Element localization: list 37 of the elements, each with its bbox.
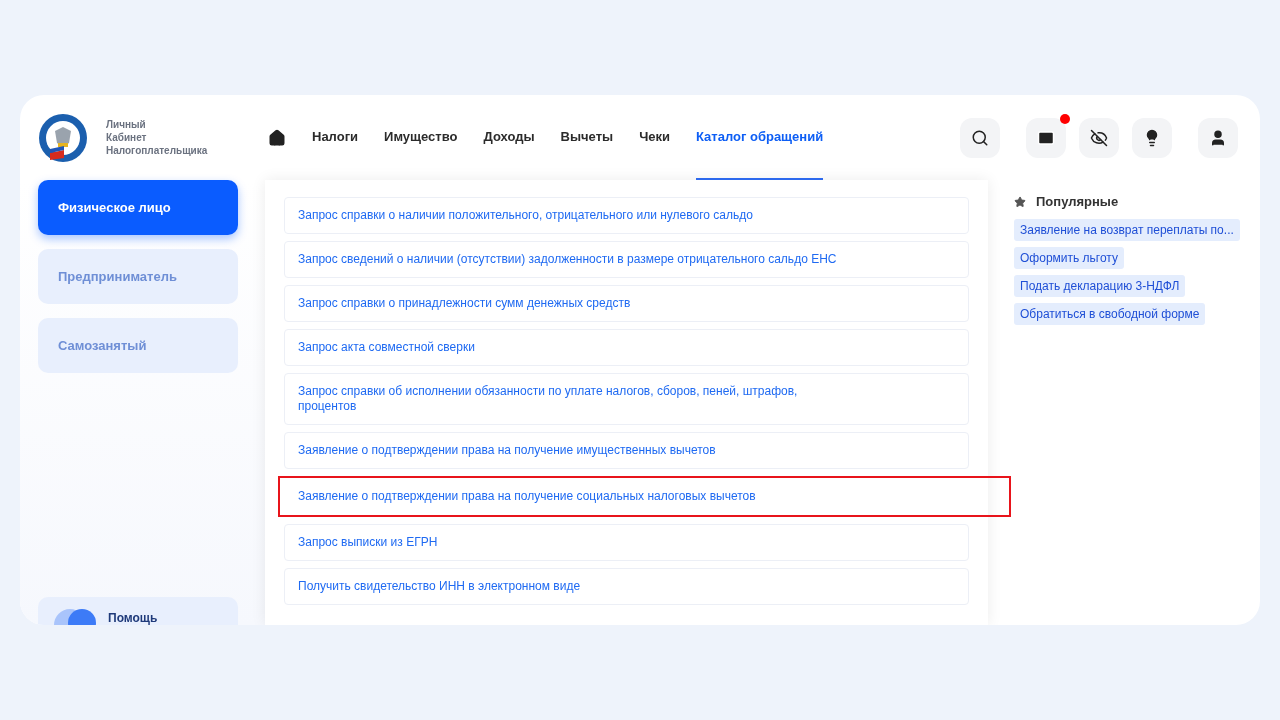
brand-text: Личный <box>106 118 147 131</box>
lightbulb-button[interactable] <box>1132 117 1172 158</box>
request-link[interactable]: Запрос справки о наличии положительного, отрицательного или нулевого сальдо <box>284 197 969 234</box>
request-link[interactable]: Запрос выписки из ЕГРН <box>284 524 969 561</box>
sidebar-item[interactable]: Предприниматель <box>38 249 238 304</box>
popular-link[interactable]: Подать декларацию 3-НДФЛ <box>1014 275 1186 297</box>
home-icon[interactable] <box>268 128 286 147</box>
nav-tab[interactable]: Вычеты <box>560 95 614 180</box>
search-button[interactable] <box>960 117 1000 158</box>
brand-text: Налогоплательщика <box>106 144 208 157</box>
request-link[interactable]: Запрос акта совместной сверки <box>284 329 969 366</box>
popular-link[interactable]: Обратиться в свободной форме <box>1014 303 1206 325</box>
sidebar-item[interactable]: Физическое лицо <box>38 180 238 235</box>
popular-link[interactable]: Заявление на возврат переплаты по... <box>1014 219 1240 241</box>
request-link[interactable]: Получить свидетельство ИНН в электронном виде <box>284 568 969 605</box>
emblem-logo <box>38 112 88 163</box>
popular-title: Популярные <box>1036 194 1119 209</box>
request-link[interactable]: Заявление о подтверждении права на получение имущественных вычетов <box>284 432 969 469</box>
nav-tab[interactable]: Имущество <box>384 95 458 180</box>
request-link[interactable]: Запрос справки о принадлежности сумм денежных средств <box>284 285 969 322</box>
star-icon <box>1014 195 1026 208</box>
sidebar-item[interactable]: Самозанятый <box>38 318 238 373</box>
eye-off-icon <box>1090 128 1108 147</box>
search-icon <box>971 128 989 147</box>
request-link[interactable]: Заявление о подтверждении права на получение социальных налоговых вычетов <box>278 476 1011 517</box>
help-button[interactable]: Помощь <box>38 597 238 625</box>
nav-tab[interactable]: Чеки <box>639 95 670 180</box>
request-link[interactable]: Запрос справки об исполнении обязанности по уплате налогов, сборов, пеней, штрафов, процентов <box>284 373 969 425</box>
popular-link[interactable]: Оформить льготу <box>1014 247 1124 269</box>
eye-off-button[interactable] <box>1079 117 1119 158</box>
nav-tab[interactable]: Налоги <box>312 95 359 180</box>
nav-tab[interactable]: Доходы <box>483 95 535 180</box>
request-link[interactable]: Запрос сведений о наличии (отсутствии) задолженности в размере отрицательного сальдо ЕНС <box>284 241 969 278</box>
nav-tab[interactable]: Каталог обращений <box>696 95 824 180</box>
brand-text: Кабинет <box>106 131 148 144</box>
profile-button[interactable] <box>1198 117 1238 158</box>
user-icon <box>1209 128 1227 147</box>
